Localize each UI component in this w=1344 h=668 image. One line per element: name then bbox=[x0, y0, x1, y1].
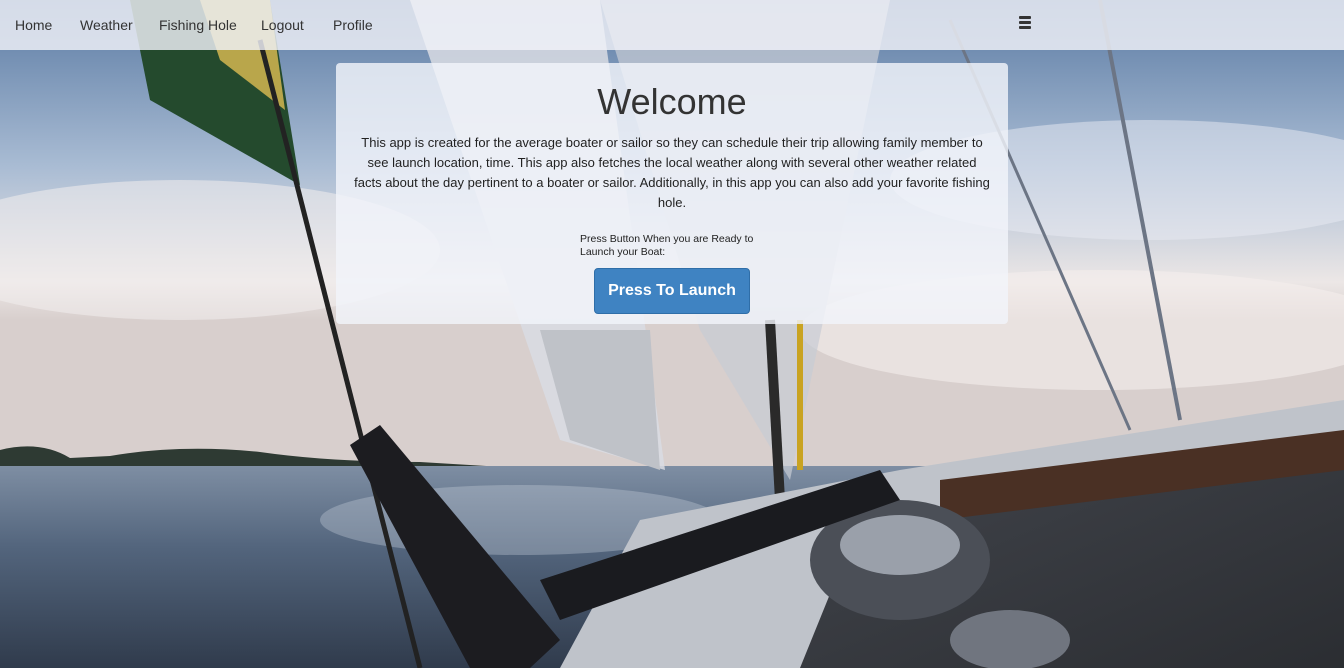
nav-logout-link[interactable]: Logout bbox=[261, 17, 304, 33]
launch-prompt-text: Press Button When you are Ready to Launc… bbox=[580, 233, 754, 258]
nav-fishing-hole-link[interactable]: Fishing Hole bbox=[159, 17, 237, 33]
nav-profile-link[interactable]: Profile bbox=[333, 17, 373, 33]
hamburger-menu-icon[interactable] bbox=[1016, 14, 1036, 32]
welcome-title: Welcome bbox=[597, 81, 747, 122]
nav-weather-link[interactable]: Weather bbox=[80, 17, 133, 33]
hamburger-bar bbox=[1019, 21, 1031, 24]
hamburger-bar bbox=[1019, 16, 1031, 19]
app-window: Home Weather Fishing Hole Logout Profile… bbox=[0, 0, 1344, 668]
top-navbar: Home Weather Fishing Hole Logout Profile bbox=[0, 0, 1344, 50]
hamburger-bar bbox=[1019, 26, 1031, 29]
nav-home-link[interactable]: Home bbox=[15, 17, 52, 33]
welcome-card: Welcome This app is created for the aver… bbox=[336, 63, 1008, 324]
welcome-description: This app is created for the average boat… bbox=[354, 135, 990, 210]
press-to-launch-button[interactable]: Press To Launch bbox=[594, 268, 750, 314]
